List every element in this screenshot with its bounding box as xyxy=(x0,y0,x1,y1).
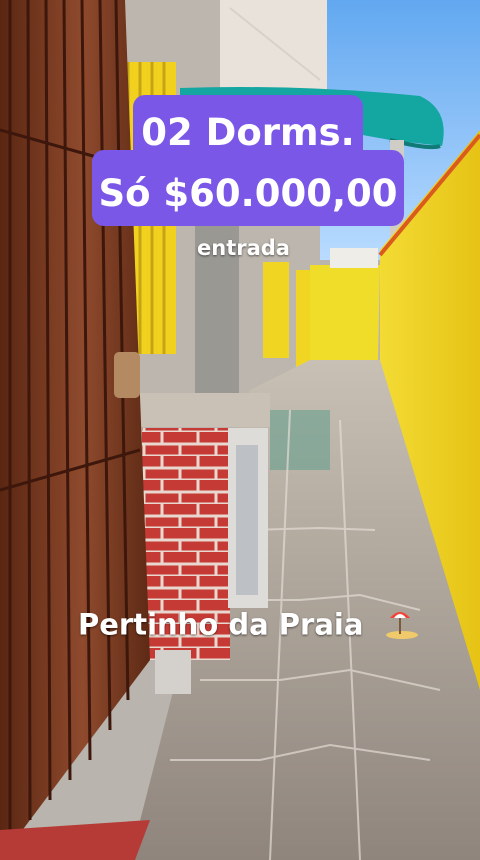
caption-entrada: entrada xyxy=(197,236,290,260)
caption-praia-text: Pertinho da Praia xyxy=(78,607,364,642)
price-title-line-2: Só $60.000,00 xyxy=(92,150,404,226)
caption-praia: Pertinho da Praia xyxy=(78,606,420,647)
beach-umbrella-icon xyxy=(380,606,420,647)
